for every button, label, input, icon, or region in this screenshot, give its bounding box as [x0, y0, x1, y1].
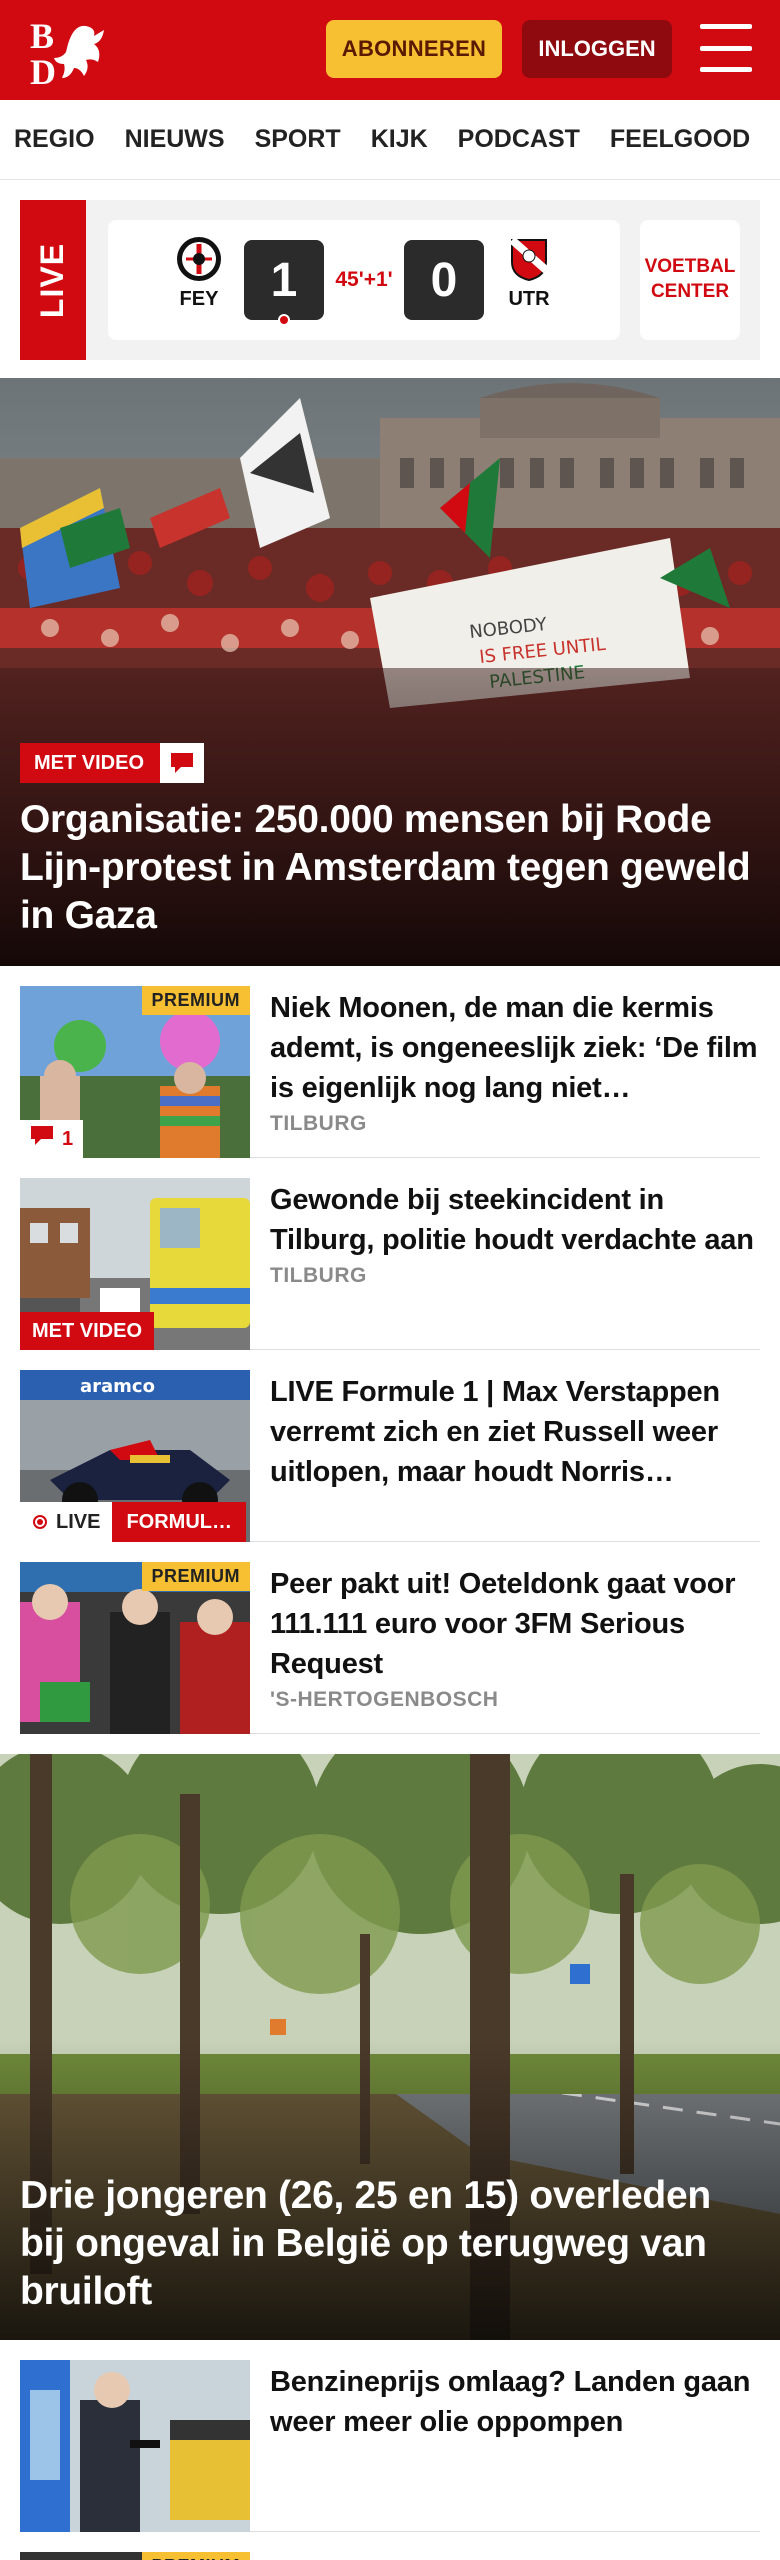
nav-item-kijk[interactable]: KIJK — [357, 125, 444, 154]
article-thumbnail: PREMIUM 1 — [20, 986, 250, 1158]
comment-count-badge[interactable]: 1 — [20, 1120, 84, 1158]
premium-badge: PREMIUM — [141, 1562, 250, 1591]
away-score: 0 — [404, 240, 484, 320]
live-tag-label: LIVE — [34, 242, 71, 318]
article-text: LIVE Formule 1 | Max Verstappen verremt … — [270, 1372, 760, 1492]
article-title[interactable]: Benzineprijs omlaag? Landen gaan weer me… — [270, 2362, 760, 2442]
live-score-bar: LIVE FEY 1 45'+1' 0 UTR VOETBAL CENTER — [0, 180, 780, 378]
utrecht-crest-icon — [506, 236, 552, 282]
voetbal-center-line1: VOETBAL — [644, 256, 736, 278]
comment-icon — [30, 1125, 54, 1153]
home-team: FEY — [164, 236, 234, 311]
hero-article[interactable]: NOBODY IS FREE UNTIL PALESTINE MET VIDEO… — [0, 378, 780, 966]
live-label: LIVE — [20, 1502, 113, 1542]
article-category: 'S-HERTOGENBOSCH — [270, 1688, 499, 1711]
bd-logo[interactable]: B D — [28, 14, 114, 92]
voetbal-center-line2: CENTER — [650, 281, 730, 302]
live-score-box[interactable]: LIVE FEY 1 45'+1' 0 UTR VOETBAL CENTER — [20, 200, 760, 360]
home-score: 1 — [244, 240, 324, 320]
article-item[interactable]: PREMIUM Peer pakt uit! Oeteldonk gaat vo… — [20, 1542, 760, 1734]
comment-icon[interactable] — [158, 743, 205, 783]
site-header: B D ABONNEREN INLOGGEN — [0, 0, 780, 100]
hero-title[interactable]: Drie jongeren (26, 25 en 15) overleden b… — [20, 2172, 760, 2316]
section-nav: REGIO NIEUWS SPORT KIJK PODCAST FEELGOOD — [0, 100, 780, 180]
nav-item-podcast[interactable]: PODCAST — [444, 125, 596, 154]
article-item[interactable]: aramco LIVE FORMUL… LIVE Formule 1 | Max… — [20, 1350, 760, 1542]
category-badge: FORMUL… — [112, 1502, 246, 1542]
login-button[interactable]: INLOGGEN — [522, 20, 672, 78]
live-badge: LIVE FORMUL… — [20, 1502, 246, 1542]
premium-badge: PREMIUM — [141, 986, 250, 1015]
hero-article[interactable]: Drie jongeren (26, 25 en 15) overleden b… — [0, 1754, 780, 2340]
article-text: Niek Moonen, de man die kermis ademt, is… — [270, 988, 760, 1136]
away-team-abbr: UTR — [508, 288, 550, 310]
article-text: Gewonde bij steekincident in Tilburg, po… — [270, 1180, 760, 1288]
hero-title[interactable]: Organisatie: 250.000 mensen bij Rode Lij… — [20, 796, 760, 940]
match-minute: 45'+1' — [335, 268, 393, 291]
menu-icon[interactable] — [700, 24, 752, 72]
article-item[interactable]: MET VIDEO Gewonde bij steekincident in T… — [20, 1158, 760, 1350]
article-text: Peer pakt uit! Oeteldonk gaat voor 111.1… — [270, 1564, 760, 1712]
nav-item-nieuws[interactable]: NIEUWS — [111, 125, 241, 154]
article-thumbnail: aramco LIVE FORMUL… — [20, 1370, 250, 1542]
premium-badge: PREMIUM — [141, 2552, 250, 2560]
live-dot-icon — [33, 1515, 47, 1529]
voetbal-center-button[interactable]: VOETBAL CENTER — [640, 220, 740, 340]
article-item[interactable]: PREMIUM — [20, 2532, 760, 2560]
article-item[interactable]: PREMIUM 1 Niek Moonen, de man die kermis… — [20, 966, 760, 1158]
home-team-abbr: FEY — [179, 288, 219, 310]
svg-text:D: D — [30, 52, 56, 86]
nav-item-sport[interactable]: SPORT — [241, 125, 357, 154]
article-category: TILBURG — [270, 1264, 367, 1287]
article-title[interactable]: LIVE Formule 1 | Max Verstappen verremt … — [270, 1372, 760, 1492]
nav-fade — [750, 100, 780, 179]
live-label-text: LIVE — [56, 1510, 101, 1533]
article-category: TILBURG — [270, 1112, 367, 1135]
article-text: Benzineprijs omlaag? Landen gaan weer me… — [270, 2362, 760, 2442]
video-badge: MET VIDEO — [20, 1312, 155, 1350]
article-thumbnail: PREMIUM — [20, 2552, 250, 2560]
article-thumbnail: MET VIDEO — [20, 1178, 250, 1350]
live-dot-icon — [278, 314, 290, 326]
article-thumbnail — [20, 2360, 250, 2532]
article-title[interactable]: Peer pakt uit! Oeteldonk gaat voor 111.1… — [270, 1564, 760, 1684]
nav-item-feelgood[interactable]: FEELGOOD — [596, 125, 766, 154]
away-team: UTR — [494, 236, 564, 311]
feyenoord-crest-icon — [176, 236, 222, 282]
article-title[interactable]: Gewonde bij steekincident in Tilburg, po… — [270, 1180, 760, 1260]
article-thumbnail: PREMIUM — [20, 1562, 250, 1734]
article-item[interactable]: Benzineprijs omlaag? Landen gaan weer me… — [20, 2340, 760, 2532]
live-tag: LIVE — [20, 200, 86, 360]
svg-text:aramco: aramco — [80, 1376, 155, 1397]
subscribe-button[interactable]: ABONNEREN — [326, 20, 502, 78]
video-badge-label: MET VIDEO — [34, 752, 145, 774]
video-badge: MET VIDEO — [20, 743, 205, 783]
svg-text:B: B — [30, 16, 54, 56]
comment-count: 1 — [62, 1127, 74, 1150]
article-title[interactable]: Niek Moonen, de man die kermis ademt, is… — [270, 988, 760, 1108]
score-card[interactable]: FEY 1 45'+1' 0 UTR — [108, 220, 620, 340]
nav-item-regio[interactable]: REGIO — [0, 125, 111, 154]
